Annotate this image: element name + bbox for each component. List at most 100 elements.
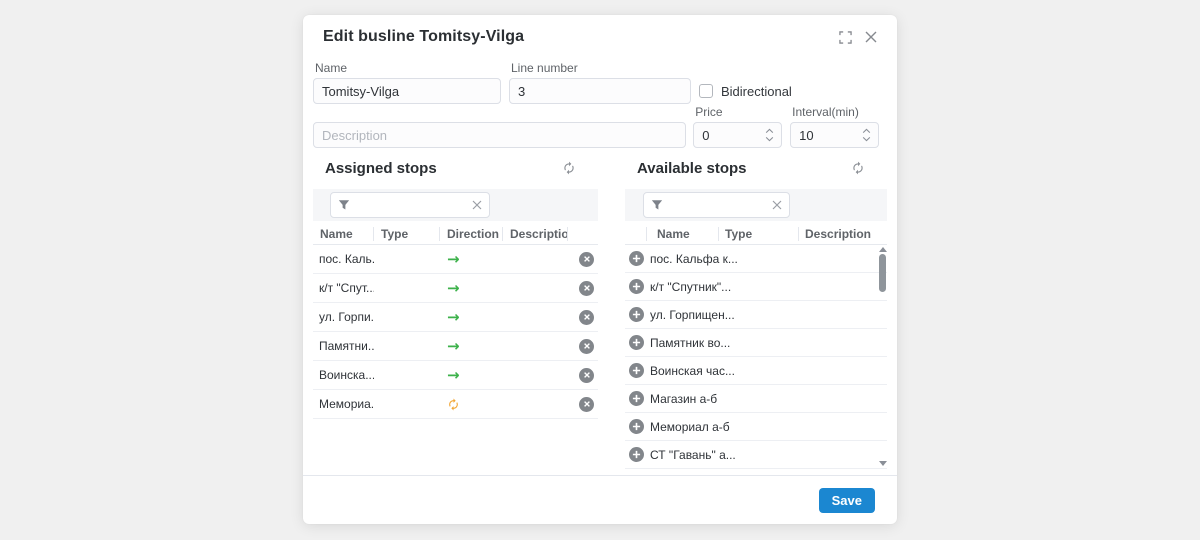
column-header-actions [625,227,647,241]
close-icon[interactable] [865,31,877,43]
add-stop-icon[interactable] [629,391,644,406]
form-row-2: Price Interval(min) [313,105,887,148]
name-field-group: Name [313,61,501,104]
available-stop-row[interactable]: Магазин а-б [625,385,887,413]
edit-busline-dialog: Edit busline Tomitsy-Vilga Name [303,15,897,524]
name-input[interactable] [313,78,501,104]
window-controls [839,31,877,44]
stop-direction: → [440,310,503,325]
add-stop-icon[interactable] [629,335,644,350]
scrollbar-down-arrow[interactable] [879,461,887,466]
interval-stepper[interactable] [862,129,871,142]
price-input-wrap [693,122,782,148]
assigned-stop-row[interactable]: к/т "Спут... → [313,274,598,303]
stop-direction: → [440,339,503,354]
scrollbar-thumb[interactable] [879,254,886,292]
assigned-filter-input[interactable] [330,192,490,218]
price-stepper[interactable] [765,129,774,142]
remove-stop-icon[interactable] [579,397,594,412]
price-label: Price [693,105,782,119]
column-header-direction[interactable]: Direction [440,227,503,241]
bidirectional-checkbox[interactable] [699,84,713,98]
remove-stop-icon[interactable] [579,368,594,383]
row-actions [568,281,598,296]
remove-stop-icon[interactable] [579,339,594,354]
fullscreen-icon[interactable] [839,31,852,44]
remove-stop-icon[interactable] [579,310,594,325]
column-header-actions [568,227,598,241]
remove-stop-icon[interactable] [579,252,594,267]
available-filter-input[interactable] [643,192,790,218]
remove-stop-icon[interactable] [579,281,594,296]
available-stop-row[interactable]: к/т "Спутник"... [625,273,887,301]
scrollbar-up-arrow[interactable] [879,247,887,252]
column-header-name[interactable]: Name [313,227,374,241]
stops-section: Assigned stops [313,155,887,469]
row-actions [625,251,647,266]
interval-field-group: Interval(min) [790,105,879,148]
column-header-type[interactable]: Type [719,227,799,241]
available-stop-row[interactable]: Памятник во... [625,329,887,357]
row-actions [625,419,647,434]
available-stop-row[interactable]: СТ "Гавань" а... [625,441,887,469]
row-actions [625,391,647,406]
filter-clear-icon[interactable] [772,200,782,210]
description-input[interactable] [313,122,686,148]
name-label: Name [313,61,501,75]
add-stop-icon[interactable] [629,447,644,462]
refresh-icon[interactable] [851,161,865,175]
filter-funnel-icon[interactable] [651,199,663,211]
available-table-header: Name Type Description [625,224,887,245]
row-actions [568,310,598,325]
assigned-stops-title: Assigned stops [325,160,437,177]
page-background: Edit busline Tomitsy-Vilga Name [0,0,1200,540]
line-number-input[interactable] [509,78,691,104]
bidirectional-checkbox-group[interactable]: Bidirectional [699,78,792,104]
description-spacer-label [313,105,686,119]
available-stop-row[interactable]: Воинская час... [625,357,887,385]
assigned-stop-row[interactable]: Воинска... → [313,361,598,390]
add-stop-icon[interactable] [629,279,644,294]
column-header-description[interactable]: Description [799,227,887,241]
stop-direction: → [440,398,503,411]
available-panel-header: Available stops [625,155,887,181]
add-stop-icon[interactable] [629,251,644,266]
filter-clear-icon[interactable] [472,200,482,210]
assigned-stop-row[interactable]: Мемориа... → [313,390,598,419]
column-header-type[interactable]: Type [374,227,440,241]
refresh-icon[interactable] [562,161,576,175]
stop-name: Памятник во... [647,336,887,350]
price-field-group: Price [693,105,782,148]
assigned-rows: пос. Каль... → к/т "Спут... → [313,245,598,419]
bidirectional-label: Bidirectional [721,84,792,99]
stop-name: СТ "Гавань" а... [647,448,887,462]
description-field-group [313,105,686,148]
available-stop-row[interactable]: Мемориал а-б [625,413,887,441]
line-number-label: Line number [509,61,691,75]
add-stop-icon[interactable] [629,419,644,434]
column-header-description[interactable]: Description [503,227,568,241]
add-stop-icon[interactable] [629,307,644,322]
available-stops-panel: Available stops [625,155,887,469]
available-filter-bar [625,189,887,221]
available-stops-title: Available stops [637,160,746,177]
save-button[interactable]: Save [819,488,875,513]
chevron-down-icon [765,137,774,142]
dialog-header: Edit busline Tomitsy-Vilga [303,15,897,59]
stop-name: к/т "Спутник"... [647,280,887,294]
available-stop-row[interactable]: ул. Горпищен... [625,301,887,329]
column-header-name[interactable]: Name [647,227,719,241]
stop-name: пос. Кальфа к... [647,252,887,266]
assigned-table-header: Name Type Direction Description [313,224,598,245]
assigned-stop-row[interactable]: ул. Горпи... → [313,303,598,332]
dialog-title: Edit busline Tomitsy-Vilga [323,28,524,46]
add-stop-icon[interactable] [629,363,644,378]
stop-name: к/т "Спут... [313,281,374,295]
stop-direction: → [440,252,503,267]
line-number-field-group: Line number [509,61,691,104]
assigned-stop-row[interactable]: пос. Каль... → [313,245,598,274]
assigned-stop-row[interactable]: Памятни... → [313,332,598,361]
available-stop-row[interactable]: пос. Кальфа к... [625,245,887,273]
filter-funnel-icon[interactable] [338,199,350,211]
row-actions [625,363,647,378]
